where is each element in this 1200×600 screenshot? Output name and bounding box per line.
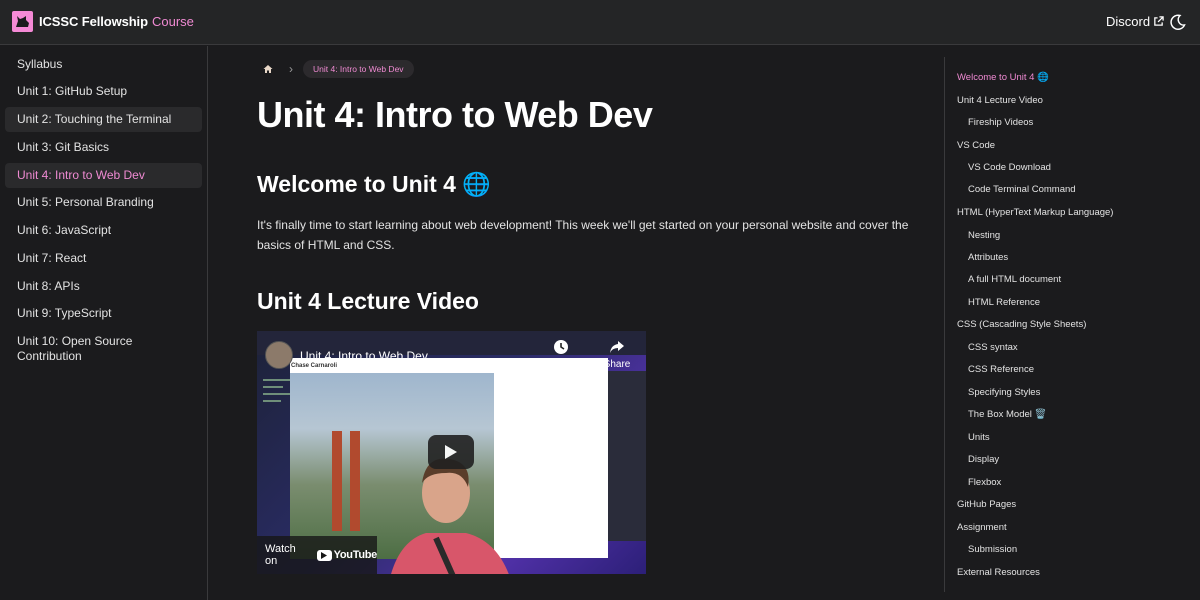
sidebar-item-label: Syllabus	[17, 57, 63, 71]
video-terminal-text	[263, 379, 293, 417]
lecture-video-heading: Unit 4 Lecture Video	[257, 288, 479, 314]
sidebar-item-unit-3[interactable]: Unit 3: Git Basics	[5, 140, 202, 155]
toc-link-html[interactable]: HTML (HyperText Markup Language)	[957, 207, 1113, 218]
toc-link-lecture-video[interactable]: Unit 4 Lecture Video	[957, 95, 1043, 106]
welcome-heading: Welcome to Unit 4 🌐	[257, 171, 491, 197]
toc-link-units[interactable]: Units	[968, 432, 990, 443]
sidebar-item-unit-9[interactable]: Unit 9: TypeScript	[5, 306, 202, 321]
sidebar-item-unit-10[interactable]: Unit 10: Open Source Contribution	[5, 334, 165, 364]
toc-link-nesting[interactable]: Nesting	[968, 230, 1000, 241]
sidebar-item-label: Unit 4: Intro to Web Dev	[17, 168, 145, 182]
cat-logo-icon[interactable]	[12, 11, 33, 32]
toc-link-full-html-document[interactable]: A full HTML document	[968, 274, 1061, 285]
toc-link-flexbox[interactable]: Flexbox	[968, 477, 1001, 488]
sidebar-item-unit-6[interactable]: Unit 6: JavaScript	[5, 223, 202, 238]
youtube-wordmark: YouTube	[333, 549, 378, 561]
sidebar-item-label: Unit 8: APIs	[17, 279, 80, 293]
toc-link-display[interactable]: Display	[968, 454, 999, 465]
share-button[interactable]: Share	[595, 339, 639, 370]
breadcrumb: › Unit 4: Intro to Web Dev	[257, 59, 414, 78]
watch-on-label: Watch on	[265, 543, 296, 567]
toc-link-submission[interactable]: Submission	[968, 544, 1017, 555]
toc-link-box-model[interactable]: The Box Model 🗑️	[968, 409, 1046, 420]
sidebar-item-unit-7[interactable]: Unit 7: React	[5, 251, 202, 266]
watch-later-button[interactable]: Watch later	[533, 339, 589, 370]
sidebar-item-unit-5[interactable]: Unit 5: Personal Branding	[5, 195, 202, 210]
home-icon	[263, 64, 273, 73]
sidebar-item-unit-1[interactable]: Unit 1: GitHub Setup	[5, 84, 202, 99]
toc-link-vs-code[interactable]: VS Code	[957, 140, 995, 151]
sidebar-item-label: Unit 9: TypeScript	[17, 306, 112, 320]
sidebar-item-label: Unit 6: JavaScript	[17, 223, 112, 237]
table-of-contents: Welcome to Unit 4 🌐 Unit 4 Lecture Video…	[944, 57, 1200, 592]
share-arrow-icon	[610, 341, 624, 353]
breadcrumb-current: Unit 4: Intro to Web Dev	[303, 59, 414, 78]
toc-link-css-reference[interactable]: CSS Reference	[968, 364, 1034, 375]
toc-link-specifying-styles[interactable]: Specifying Styles	[968, 387, 1040, 398]
top-navbar: ICSSC Fellowship Course Discord	[0, 0, 1200, 45]
channel-avatar[interactable]	[265, 341, 293, 369]
sidebar-item-syllabus[interactable]: Syllabus	[5, 56, 202, 73]
video-play-button[interactable]	[428, 435, 474, 469]
watch-later-label: Watch later	[535, 359, 587, 370]
video-title[interactable]: Unit 4: Intro to Web Dev	[300, 349, 428, 363]
discord-link-label: Discord	[1106, 14, 1151, 29]
video-channel-name: Chase Carnaroli	[291, 363, 338, 369]
nav-course-link[interactable]: Course	[152, 14, 194, 29]
main-content: › Unit 4: Intro to Web Dev Unit 4: Intro…	[209, 46, 944, 600]
sidebar-item-label: Unit 2: Touching the Terminal	[17, 112, 172, 126]
external-link-icon	[1154, 16, 1164, 26]
toc-link-css[interactable]: CSS (Cascading Style Sheets)	[957, 319, 1086, 330]
toc-link-vs-code-download[interactable]: VS Code Download	[968, 162, 1051, 173]
theme-toggle-button[interactable]	[1169, 13, 1187, 31]
youtube-logo: YouTube	[316, 549, 378, 561]
watch-on-youtube-button[interactable]: Watch on YouTube	[257, 536, 377, 574]
moon-icon	[1170, 14, 1186, 30]
toc-link-fireship-videos[interactable]: Fireship Videos	[968, 117, 1033, 128]
youtube-play-icon	[316, 549, 332, 561]
toc-link-attributes[interactable]: Attributes	[968, 252, 1008, 263]
toc-link-assignment[interactable]: Assignment	[957, 522, 1007, 533]
toc-link-external-resources[interactable]: External Resources	[957, 567, 1040, 578]
nav-discord-link[interactable]: Discord	[1106, 14, 1164, 29]
course-sidebar: Syllabus Unit 1: GitHub Setup Unit 2: To…	[0, 46, 208, 600]
toc-link-code-terminal-command[interactable]: Code Terminal Command	[968, 184, 1076, 195]
video-side-panel	[607, 371, 646, 541]
sidebar-item-unit-2[interactable]: Unit 2: Touching the Terminal	[5, 107, 202, 132]
share-label: Share	[603, 359, 631, 370]
sidebar-item-label: Unit 1: GitHub Setup	[17, 84, 128, 98]
sidebar-item-unit-8[interactable]: Unit 8: APIs	[5, 279, 202, 294]
clock-icon	[554, 340, 568, 354]
toc-link-css-syntax[interactable]: CSS syntax	[968, 342, 1018, 353]
toc-link-github-pages[interactable]: GitHub Pages	[957, 499, 1016, 510]
sidebar-item-label: Unit 10: Open Source Contribution	[17, 334, 133, 363]
breadcrumb-separator: ›	[289, 61, 293, 76]
sidebar-item-unit-4[interactable]: Unit 4: Intro to Web Dev	[5, 163, 202, 188]
sidebar-item-label: Unit 5: Personal Branding	[17, 195, 154, 209]
youtube-video-embed[interactable]: Unit 4: Intro to Web Dev Chase Carnaroli…	[257, 331, 646, 574]
brand-title[interactable]: ICSSC Fellowship	[39, 14, 148, 29]
toc-link-welcome[interactable]: Welcome to Unit 4 🌐	[957, 72, 1049, 83]
sidebar-item-label: Unit 7: React	[17, 251, 87, 265]
breadcrumb-home-link[interactable]	[257, 59, 279, 78]
play-icon	[445, 445, 457, 459]
page-title: Unit 4: Intro to Web Dev	[257, 94, 653, 135]
toc-link-html-reference[interactable]: HTML Reference	[968, 297, 1040, 308]
intro-paragraph: It's finally time to start learning abou…	[257, 218, 909, 252]
sidebar-item-label: Unit 3: Git Basics	[17, 140, 110, 154]
